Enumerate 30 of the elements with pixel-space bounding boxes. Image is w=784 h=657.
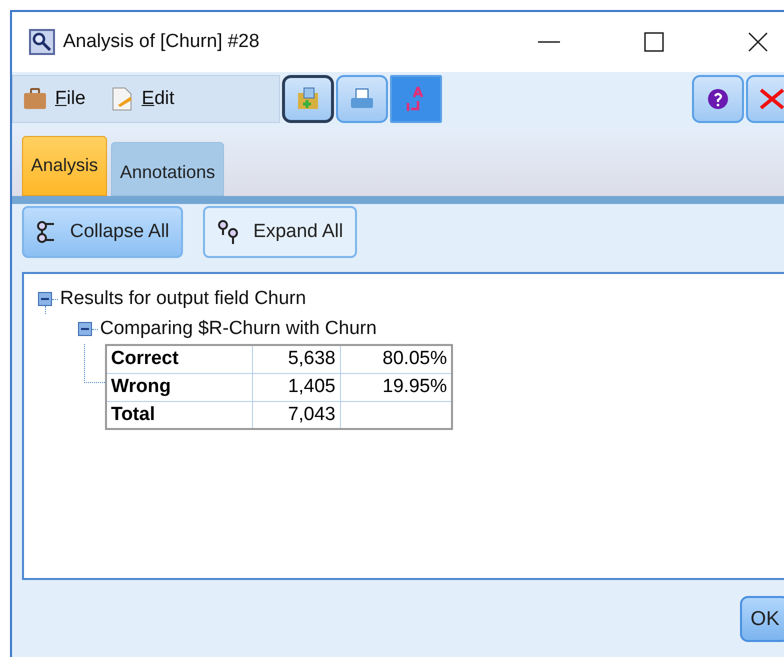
briefcase-icon (23, 87, 47, 111)
collapse-icon[interactable] (78, 322, 92, 336)
package-plus-icon (296, 87, 320, 111)
table-cell: 1,405 (252, 373, 340, 401)
tab[interactable]: Analysis (22, 136, 108, 196)
add-package-button[interactable] (282, 75, 334, 123)
expand-all-button[interactable]: Expand All (203, 206, 358, 258)
collapse-all-button[interactable]: Collapse All (22, 206, 184, 258)
tab[interactable]: Annotations (111, 142, 224, 196)
tree-label: Results for output field Churn (60, 288, 306, 310)
table-cell: Wrong (106, 373, 252, 401)
help-icon (707, 88, 729, 110)
table-cell: 5,638 (252, 345, 340, 373)
ok-button[interactable]: OK (740, 596, 784, 642)
connector-line (84, 344, 105, 383)
magnifier-icon (29, 29, 55, 55)
maximize-icon[interactable] (644, 32, 664, 52)
close-icon (759, 88, 784, 110)
menu-item[interactable]: Edit (106, 87, 178, 111)
menu-item[interactable]: File (19, 87, 90, 111)
close-icon[interactable] (748, 32, 768, 52)
printer-icon (350, 88, 374, 110)
collapse-icon[interactable] (38, 292, 52, 306)
window-title: Analysis of [Churn] #28 (63, 31, 260, 53)
document-pencil-icon (110, 87, 134, 111)
minimize-icon[interactable] (538, 40, 560, 44)
help-button[interactable] (692, 75, 744, 123)
tree-label: Comparing $R-Churn with Churn (100, 318, 377, 340)
close-button[interactable] (746, 75, 784, 123)
table-cell: Correct (106, 345, 252, 373)
